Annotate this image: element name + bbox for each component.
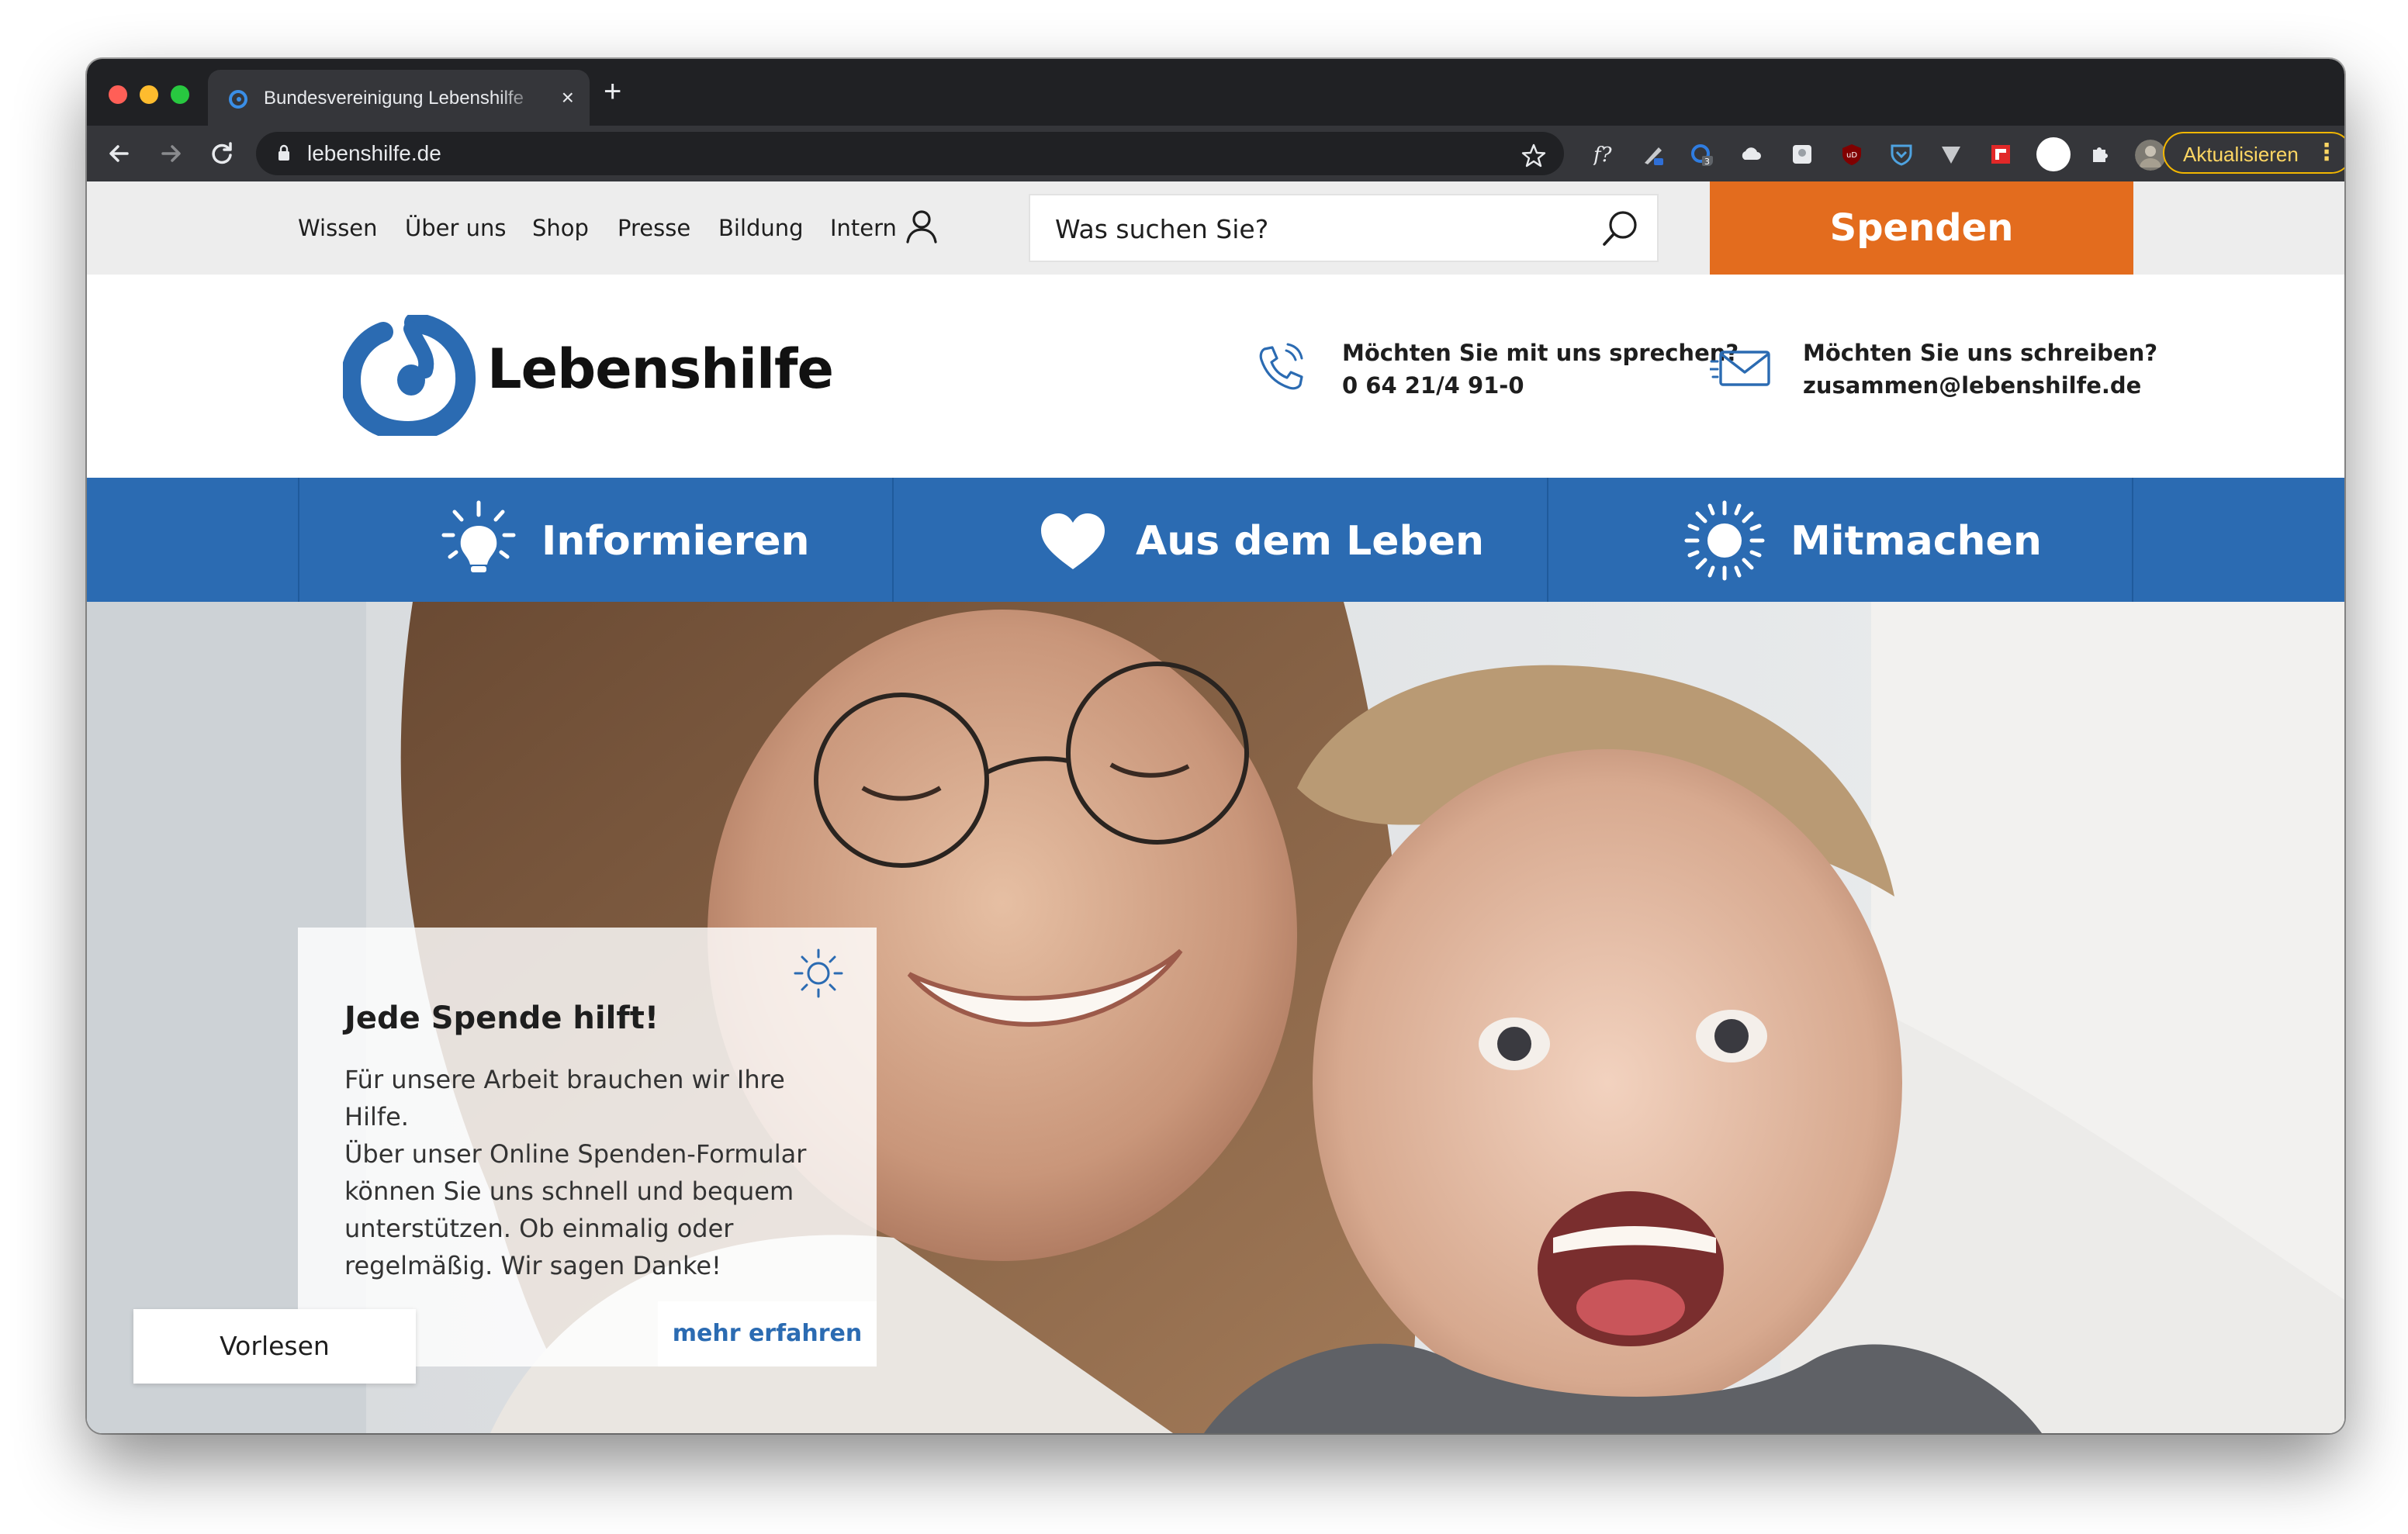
ublock-icon[interactable]: uD — [1840, 143, 1863, 166]
search-input[interactable]: Was suchen Sie? — [1029, 194, 1659, 262]
back-icon[interactable] — [102, 136, 137, 171]
mail-address[interactable]: zusammen@lebenshilfe.de — [1803, 371, 2141, 400]
mainnav-label: Mitmachen — [1790, 518, 2042, 565]
sun-icon — [1684, 500, 1765, 581]
hero-banner: Jede Spende hilft! Für unsere Arbeit bra… — [87, 602, 2344, 1433]
main-navigation: Informieren Aus dem Leben Mitmachen — [87, 478, 2344, 602]
puzzle-icon[interactable] — [2088, 143, 2112, 166]
browser-toolbar: lebenshilfe.de f? 3 uD Aktualisieren ⋮ — [87, 126, 2344, 181]
mainnav-label: Aus dem Leben — [1136, 518, 1485, 565]
svg-text:3: 3 — [1704, 157, 1710, 166]
lebenshilfe-logo[interactable] — [343, 315, 476, 436]
browser-window: Bundesvereinigung Lebenshilfe × + lebens… — [87, 59, 2344, 1433]
flipboard-icon[interactable] — [1989, 143, 2012, 166]
cloud-icon[interactable] — [1739, 143, 1763, 166]
phone-icon — [1259, 343, 1303, 390]
card-line: können Sie uns schnell und bequem — [344, 1176, 794, 1206]
card-line: unterstützen. Ob einmalig oder — [344, 1214, 734, 1243]
nav-shop[interactable]: Shop — [532, 214, 589, 242]
svg-text:f?: f? — [1592, 143, 1613, 166]
tab-close-icon[interactable]: × — [562, 85, 574, 110]
phone-number[interactable]: 0 64 21/4 91-0 — [1342, 371, 1524, 400]
top-bar: Wissen Über uns Shop Presse Bildung Inte… — [87, 181, 2344, 275]
page-viewport: Wissen Über uns Shop Presse Bildung Inte… — [87, 181, 2344, 1433]
reload-icon[interactable] — [205, 136, 239, 171]
lock-icon — [279, 144, 289, 161]
new-tab-button[interactable]: + — [604, 74, 621, 109]
nav-wissen[interactable]: Wissen — [298, 214, 378, 242]
nav-ueber-uns[interactable]: Über uns — [405, 214, 507, 242]
search-placeholder: Was suchen Sie? — [1055, 214, 1269, 244]
mainnav-aus-dem-leben[interactable]: Aus dem Leben — [894, 478, 1547, 602]
nav-bildung[interactable]: Bildung — [718, 214, 804, 242]
shield-icon[interactable] — [1890, 143, 1913, 166]
card-line: Für unsere Arbeit brauchen wir Ihre Hilf… — [344, 1065, 785, 1131]
update-button[interactable]: Aktualisieren ⋮ — [2163, 132, 2344, 174]
more-menu-icon[interactable]: ⋮ — [2315, 140, 2338, 166]
lebenshilfe-favicon — [229, 90, 247, 109]
tab-title: Bundesvereinigung Lebenshilfe — [264, 88, 524, 109]
address-bar[interactable]: lebenshilfe.de — [256, 132, 1564, 175]
more-info-button[interactable]: mehr erfahren — [658, 1301, 877, 1366]
donate-button[interactable]: Spenden — [1710, 181, 2133, 275]
read-aloud-button[interactable]: Vorlesen — [133, 1309, 416, 1384]
nav-presse[interactable]: Presse — [618, 214, 690, 242]
svg-text:uD: uD — [1846, 151, 1857, 160]
mail-icon — [1710, 351, 1770, 386]
nav-intern[interactable]: Intern — [830, 214, 897, 242]
close-window-button[interactable] — [109, 85, 127, 104]
search-icon[interactable] — [1600, 208, 1642, 250]
formula-icon[interactable]: f? — [1592, 143, 1615, 166]
tab-strip: Bundesvereinigung Lebenshilfe × + — [87, 59, 2344, 126]
card-line: regelmäßig. Wir sagen Danke! — [344, 1251, 721, 1280]
maximize-window-button[interactable] — [171, 85, 189, 104]
pen-icon[interactable] — [1642, 143, 1665, 166]
brand-name: Lebenshilfe — [487, 337, 834, 401]
forward-icon[interactable] — [154, 136, 188, 171]
mail-question: Möchten Sie uns schreiben? — [1803, 340, 2158, 366]
browser-tab[interactable]: Bundesvereinigung Lebenshilfe × — [208, 70, 590, 126]
refresh-badge-icon[interactable]: 3 — [1690, 143, 1713, 166]
mainnav-label: Informieren — [541, 518, 810, 565]
phone-question: Möchten Sie mit uns sprechen? — [1342, 340, 1739, 366]
lightbulb-icon — [441, 500, 516, 572]
card-line: Über unser Online Spenden-Formular — [344, 1139, 807, 1169]
vimium-icon[interactable] — [1939, 143, 1963, 166]
card-body: Für unsere Arbeit brauchen wir Ihre Hilf… — [344, 1061, 841, 1284]
sun-icon — [794, 948, 843, 998]
note-icon[interactable] — [1790, 143, 1814, 166]
bookmark-star-icon[interactable] — [1521, 140, 1547, 171]
circle-icon[interactable] — [2036, 136, 2071, 172]
url-text: lebenshilfe.de — [307, 141, 441, 165]
profile-avatar[interactable] — [2135, 140, 2166, 171]
nav-divider — [2132, 478, 2133, 602]
site-header: Lebenshilfe Möchten Sie mit uns sprechen… — [87, 275, 2344, 478]
update-label: Aktualisieren — [2183, 143, 2299, 166]
minimize-window-button[interactable] — [140, 85, 158, 104]
heart-icon — [1041, 513, 1105, 569]
user-icon[interactable] — [903, 208, 940, 245]
mainnav-mitmachen[interactable]: Mitmachen — [1548, 478, 2132, 602]
mainnav-informieren[interactable]: Informieren — [299, 478, 892, 602]
card-title: Jede Spende hilft! — [344, 1000, 659, 1036]
